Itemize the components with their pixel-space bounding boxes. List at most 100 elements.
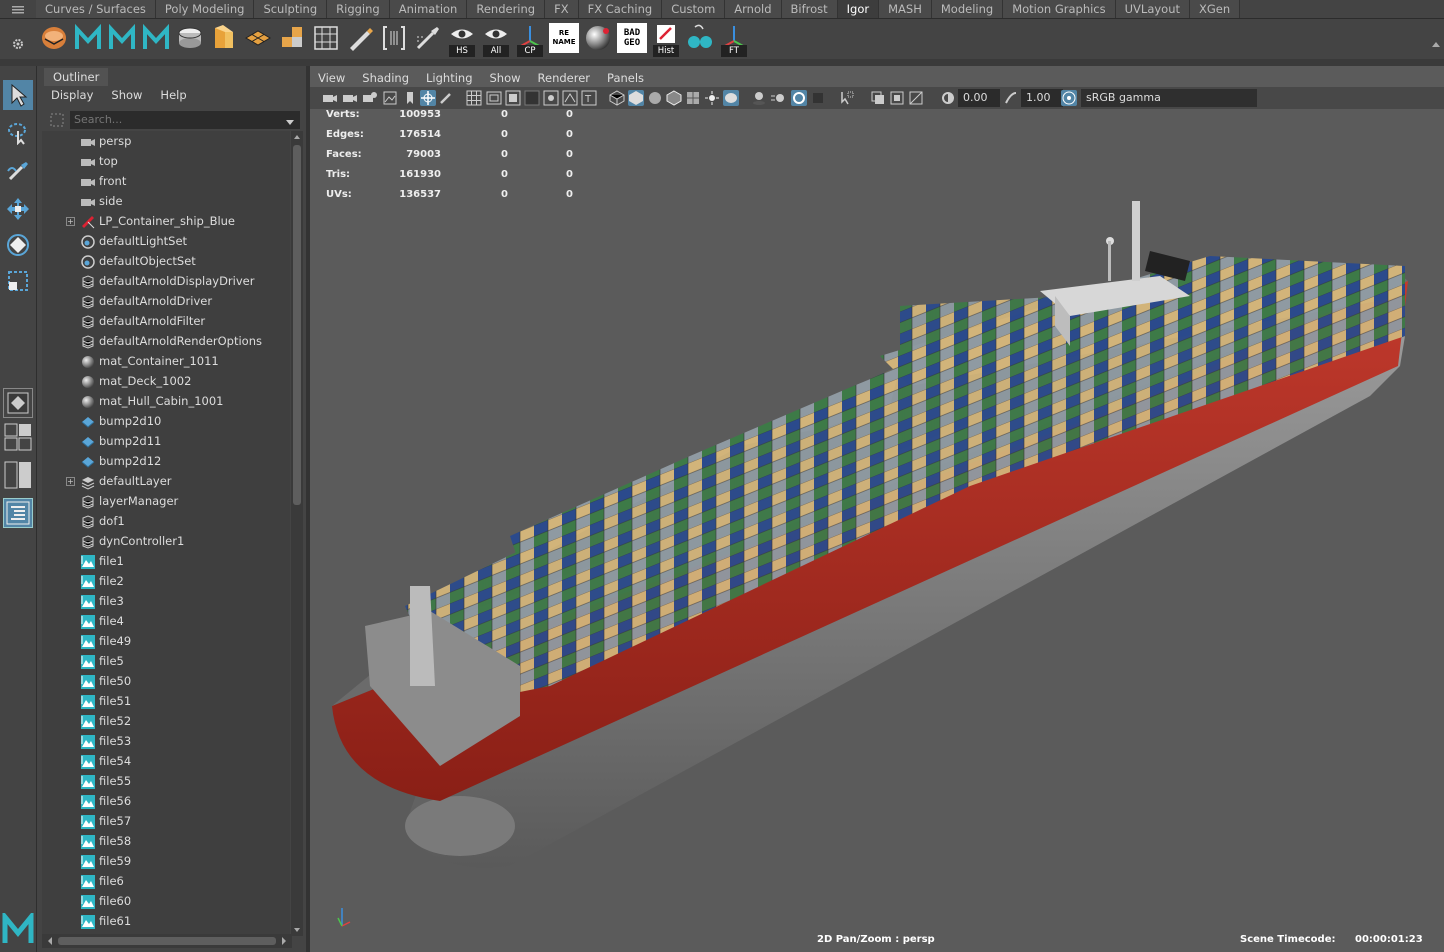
expand-plus-icon[interactable]: + bbox=[66, 217, 75, 226]
single-pane-layout-icon[interactable] bbox=[3, 388, 33, 418]
maya-m-icon-3[interactable] bbox=[141, 23, 171, 53]
poly-cube-icon[interactable] bbox=[209, 23, 239, 53]
rotate-tool-icon[interactable] bbox=[3, 230, 33, 260]
shelf-tab-bifrost[interactable]: Bifrost bbox=[781, 0, 838, 18]
outliner-row-defaultobjectset[interactable]: defaultObjectSet bbox=[42, 252, 290, 272]
lasso-tool-icon[interactable] bbox=[3, 118, 33, 148]
outliner-layout-icon[interactable] bbox=[3, 498, 33, 528]
outliner-row-file52[interactable]: file52 bbox=[42, 712, 290, 732]
shelf-tab-uvlayout[interactable]: UVLayout bbox=[1115, 0, 1191, 18]
hs-eye-icon[interactable]: HS bbox=[447, 23, 477, 57]
outliner-row-bump2d10[interactable]: bump2d10 bbox=[42, 412, 290, 432]
scale-tool-icon[interactable] bbox=[3, 266, 33, 296]
outliner-horizontal-scroll-thumb[interactable] bbox=[58, 937, 276, 945]
outliner-row-mat-container-1011[interactable]: mat_Container_1011 bbox=[42, 352, 290, 372]
shelf-tab-arnold[interactable]: Arnold bbox=[725, 0, 782, 18]
outliner-row-defaultarnolddriver[interactable]: defaultArnoldDriver bbox=[42, 292, 290, 312]
shelf-tab-rendering[interactable]: Rendering bbox=[467, 0, 546, 18]
outliner-row-dof1[interactable]: dof1 bbox=[42, 512, 290, 532]
outliner-row-file55[interactable]: file55 bbox=[42, 772, 290, 792]
pen-tool-icon[interactable] bbox=[345, 23, 375, 53]
shelf-tab-curves-surfaces[interactable]: Curves / Surfaces bbox=[36, 0, 156, 18]
outliner-row-layermanager[interactable]: layerManager bbox=[42, 492, 290, 512]
shader-ball-icon[interactable] bbox=[583, 23, 613, 53]
outliner-menu-show[interactable]: Show bbox=[102, 86, 151, 108]
outliner-row-file49[interactable]: file49 bbox=[42, 632, 290, 652]
glasses-icon[interactable] bbox=[685, 23, 715, 53]
paint-brush-icon[interactable] bbox=[413, 23, 443, 53]
outliner-row-file1[interactable]: file1 bbox=[42, 552, 290, 572]
outliner-row-file3[interactable]: file3 bbox=[42, 592, 290, 612]
outliner-menu-display[interactable]: Display bbox=[42, 86, 102, 108]
grid-uv-icon[interactable] bbox=[311, 23, 341, 53]
move-tool-icon[interactable] bbox=[3, 194, 33, 224]
outliner-row-file61[interactable]: file61 bbox=[42, 912, 290, 932]
search-dropdown-arrow-icon[interactable] bbox=[285, 117, 295, 125]
shelf-tab-custom[interactable]: Custom bbox=[662, 0, 726, 18]
outliner-row-bump2d12[interactable]: bump2d12 bbox=[42, 452, 290, 472]
outliner-row-file58[interactable]: file58 bbox=[42, 832, 290, 852]
outliner-row-defaultarnoldrenderoptions[interactable]: defaultArnoldRenderOptions bbox=[42, 332, 290, 352]
two-pane-layout-icon[interactable] bbox=[3, 460, 33, 490]
outliner-row-file59[interactable]: file59 bbox=[42, 852, 290, 872]
shelf-tab-mash[interactable]: MASH bbox=[879, 0, 932, 18]
outliner-row-file2[interactable]: file2 bbox=[42, 572, 290, 592]
bad-geo-icon[interactable]: BAD GEO bbox=[617, 23, 647, 53]
outliner-row-defaultarnoldfilter[interactable]: defaultArnoldFilter bbox=[42, 312, 290, 332]
outliner-row-mat-deck-1002[interactable]: mat_Deck_1002 bbox=[42, 372, 290, 392]
outliner-row-bump2d11[interactable]: bump2d11 bbox=[42, 432, 290, 452]
shelf-tab-rigging[interactable]: Rigging bbox=[327, 0, 390, 18]
ft-axis-icon[interactable]: FT bbox=[719, 23, 749, 57]
shelf-tab-igor[interactable]: Igor bbox=[837, 0, 880, 18]
shelf-tab-fx[interactable]: FX bbox=[545, 0, 579, 18]
outliner-vertical-scrollbar[interactable] bbox=[291, 131, 303, 936]
outliner-row-lp-container-ship-blue[interactable]: + LP_Container_ship_Blue bbox=[42, 212, 290, 232]
outliner-row-dyncontroller1[interactable]: dynController1 bbox=[42, 532, 290, 552]
shelf-tab-poly-modeling[interactable]: Poly Modeling bbox=[155, 0, 255, 18]
outliner-search-input[interactable] bbox=[70, 111, 300, 129]
maya-m-icon-2[interactable] bbox=[107, 23, 137, 53]
outliner-row-file51[interactable]: file51 bbox=[42, 692, 290, 712]
outliner-horizontal-scrollbar[interactable] bbox=[42, 934, 292, 948]
all-eye-icon[interactable]: All bbox=[481, 23, 511, 57]
outliner-vertical-scroll-thumb[interactable] bbox=[293, 145, 301, 505]
outliner-row-top[interactable]: top bbox=[42, 152, 290, 172]
expand-plus-icon[interactable]: + bbox=[66, 477, 75, 486]
outliner-row-mat-hull-cabin-1001[interactable]: mat_Hull_Cabin_1001 bbox=[42, 392, 290, 412]
outliner-row-side[interactable]: side bbox=[42, 192, 290, 212]
outliner-row-file4[interactable]: file4 bbox=[42, 612, 290, 632]
outliner-row-defaultlightset[interactable]: defaultLightSet bbox=[42, 232, 290, 252]
shelf-tab-fx-caching[interactable]: FX Caching bbox=[578, 0, 663, 18]
hist-delete-icon[interactable]: Hist bbox=[651, 23, 681, 57]
poly-cylinder-icon[interactable] bbox=[175, 23, 205, 53]
shelf-menu-icon[interactable] bbox=[0, 0, 36, 19]
select-tool-icon[interactable] bbox=[3, 80, 33, 110]
outliner-row-file53[interactable]: file53 bbox=[42, 732, 290, 752]
outliner-tab[interactable]: Outliner bbox=[44, 68, 109, 86]
poly-sphere-icon[interactable] bbox=[39, 23, 69, 53]
outliner-row-front[interactable]: front bbox=[42, 172, 290, 192]
outliner-row-file6[interactable]: file6 bbox=[42, 872, 290, 892]
outliner-row-file5[interactable]: file5 bbox=[42, 652, 290, 672]
four-pane-layout-icon[interactable] bbox=[3, 422, 33, 452]
outliner-filter-grid-icon[interactable] bbox=[50, 113, 64, 127]
shelf-tab-animation[interactable]: Animation bbox=[389, 0, 468, 18]
shelf-tab-motion-graphics[interactable]: Motion Graphics bbox=[1003, 0, 1116, 18]
shelf-tab-sculpting[interactable]: Sculpting bbox=[254, 0, 328, 18]
uv-layout-icon[interactable] bbox=[277, 23, 307, 53]
viewport-panel[interactable]: View Shading Lighting Show Renderer Pane… bbox=[310, 66, 1444, 952]
outliner-row-defaultarnolddisplaydriver[interactable]: defaultArnoldDisplayDriver bbox=[42, 272, 290, 292]
outliner-row-file57[interactable]: file57 bbox=[42, 812, 290, 832]
outliner-row-file60[interactable]: file60 bbox=[42, 892, 290, 912]
rename-icon[interactable]: RE NAME bbox=[549, 23, 579, 53]
paint-select-tool-icon[interactable] bbox=[3, 156, 33, 186]
outliner-row-file50[interactable]: file50 bbox=[42, 672, 290, 692]
outliner-row-file56[interactable]: file56 bbox=[42, 792, 290, 812]
bracket-tool-icon[interactable] bbox=[379, 23, 409, 53]
maya-m-icon-1[interactable] bbox=[73, 23, 103, 53]
poly-plane-icon[interactable] bbox=[243, 23, 273, 53]
shelf-tab-modeling[interactable]: Modeling bbox=[931, 0, 1004, 18]
shelf-tab-xgen[interactable]: XGen bbox=[1190, 0, 1241, 18]
cp-axis-icon[interactable]: CP bbox=[515, 23, 545, 57]
outliner-row-persp[interactable]: persp bbox=[42, 132, 290, 152]
